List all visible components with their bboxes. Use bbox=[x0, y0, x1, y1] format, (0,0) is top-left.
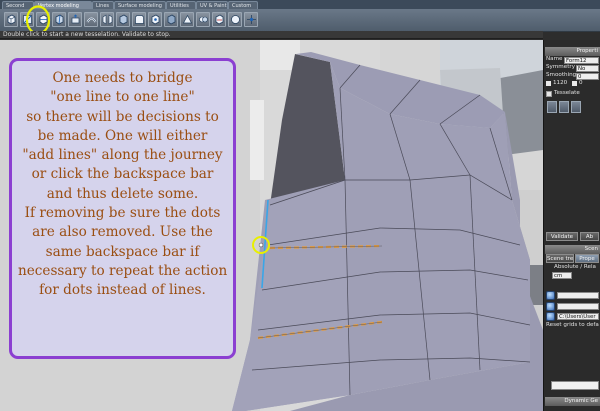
name-field[interactable]: Form12 bbox=[564, 57, 599, 64]
connect-tool-icon[interactable] bbox=[116, 12, 130, 27]
scene-header: Scen bbox=[545, 245, 600, 254]
smooth-tool-icon[interactable] bbox=[228, 12, 242, 27]
tutorial-note: One needs to bridge "one line to one lin… bbox=[9, 58, 236, 359]
tesselate-label: Tesselate bbox=[554, 90, 580, 96]
note-line: and thus delete some. bbox=[46, 185, 199, 202]
tab-uv-paint[interactable]: UV & Paint bbox=[196, 1, 228, 9]
tab-surface-modeling[interactable]: Surface modeling bbox=[114, 1, 166, 9]
dynamic-field[interactable] bbox=[551, 381, 599, 390]
absolute-relative-label: Absolute / Rela bbox=[554, 264, 596, 270]
fill-tool-icon[interactable] bbox=[212, 12, 226, 27]
note-line: "add lines" along the journey bbox=[22, 147, 223, 164]
tab-utilities[interactable]: Utilities bbox=[166, 1, 196, 9]
sweep-tool-icon[interactable] bbox=[84, 12, 98, 27]
symmetry-label: Symmetry bbox=[546, 64, 576, 70]
note-line: be made. One will either bbox=[37, 127, 208, 144]
bevel-tool-icon[interactable] bbox=[132, 12, 146, 27]
material-field[interactable] bbox=[557, 303, 599, 310]
move-tool-icon[interactable] bbox=[244, 12, 258, 27]
merge-tool-icon[interactable] bbox=[196, 12, 210, 27]
note-line: or click the backspace bar bbox=[31, 166, 214, 183]
note-line: One needs to bridge bbox=[52, 70, 193, 86]
vertex-count-icon bbox=[546, 81, 551, 86]
symmetry-select[interactable]: No bbox=[576, 65, 599, 72]
weld-tool-icon[interactable] bbox=[180, 12, 194, 27]
split-tool-icon[interactable] bbox=[52, 12, 66, 27]
tesselate-mode-2-icon[interactable] bbox=[559, 101, 569, 113]
note-line: "one line to one line" bbox=[50, 89, 195, 106]
note-line: for dots instead of lines. bbox=[39, 282, 206, 299]
note-line: are also removed. Use the bbox=[32, 224, 213, 241]
tab-custom[interactable]: Custom bbox=[228, 1, 258, 9]
vertex-dot[interactable] bbox=[258, 242, 264, 248]
vertex-count: 1120 bbox=[553, 80, 568, 86]
note-line: same backspace bar if bbox=[45, 243, 200, 260]
chamfer-tool-icon[interactable] bbox=[148, 12, 162, 27]
tesselate-mode-3-icon[interactable] bbox=[571, 101, 581, 113]
note-line: necessary to repeat the action bbox=[18, 262, 228, 279]
note-line: If removing be sure the dots bbox=[24, 205, 221, 222]
tab-properties[interactable]: Prope bbox=[575, 254, 599, 263]
smoothing-label: Smoothing bbox=[546, 72, 577, 78]
name-label: Name bbox=[546, 56, 563, 62]
tesselate-icon bbox=[546, 91, 552, 97]
unit-select[interactable]: cm bbox=[552, 272, 572, 279]
solidify-tool-icon[interactable] bbox=[164, 12, 178, 27]
status-message: Double click to start a new tesselation.… bbox=[0, 31, 543, 39]
properties-panel: Properti Name Form12 Symmetry No Smoothi… bbox=[543, 40, 600, 411]
tab-lines[interactable]: Lines bbox=[92, 1, 114, 9]
modeling-toolbar bbox=[0, 5, 600, 35]
texture-icon[interactable] bbox=[546, 312, 555, 321]
reset-grids-label[interactable]: Reset grids to defa bbox=[546, 322, 599, 328]
3d-viewport[interactable]: One needs to bridge "one line to one lin… bbox=[0, 40, 543, 411]
bridge-tool-icon[interactable] bbox=[100, 12, 114, 27]
tesselate-tool-icon[interactable] bbox=[4, 12, 18, 27]
face-count: 0 bbox=[579, 80, 583, 86]
tab-scene-tree[interactable]: Scene tree bbox=[546, 254, 574, 263]
note-line: so there will be decisions to bbox=[26, 108, 219, 125]
face-count-icon bbox=[572, 81, 577, 86]
smoothing-field[interactable]: 0 bbox=[576, 73, 599, 80]
cancel-button[interactable]: Ab bbox=[580, 232, 599, 241]
validate-button[interactable]: Validate bbox=[546, 232, 578, 241]
extrude-tool-icon[interactable] bbox=[68, 12, 82, 27]
dynamic-geometry-header: Dynamic Ge bbox=[545, 397, 600, 406]
transform-icon[interactable] bbox=[546, 291, 555, 300]
module-tab-bar: Second Vertex modeling Lines Surface mod… bbox=[0, 0, 600, 9]
tesselate-mode-1-icon[interactable] bbox=[547, 101, 557, 113]
properties-header: Properti bbox=[545, 47, 600, 56]
path-field[interactable]: C:\Users\User bbox=[557, 313, 599, 320]
transform-field-1[interactable] bbox=[557, 292, 599, 299]
material-icon[interactable] bbox=[546, 302, 555, 311]
